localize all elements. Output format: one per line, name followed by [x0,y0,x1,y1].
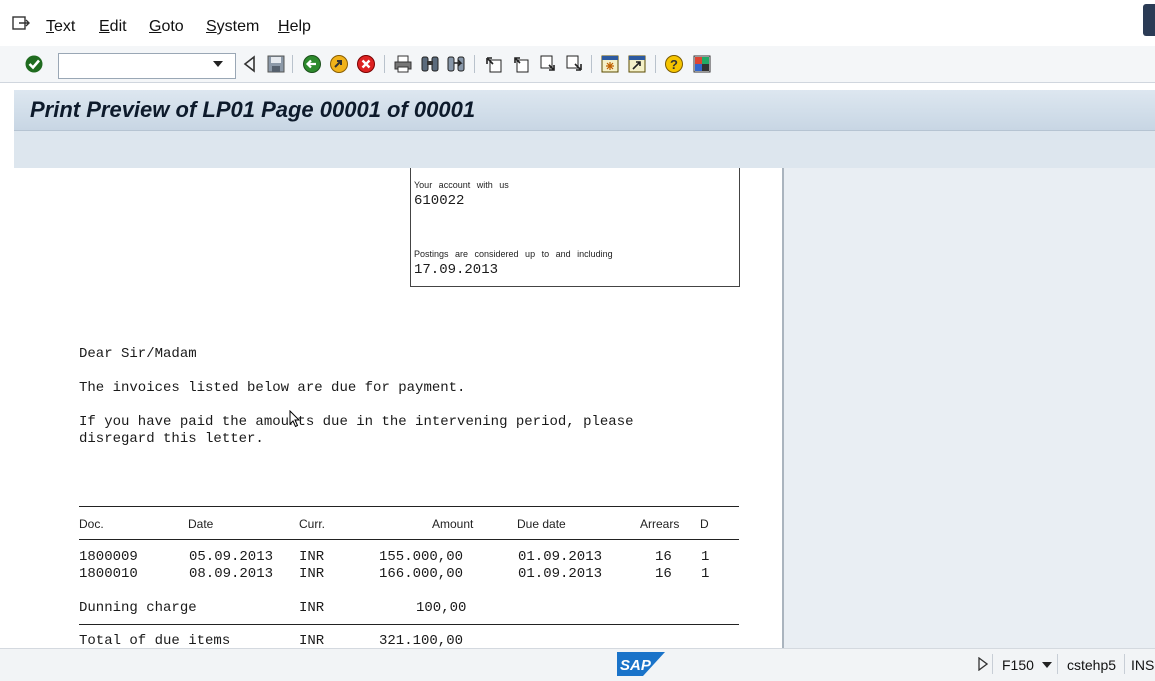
save-icon[interactable] [266,54,286,74]
menu-goto-label: oto [161,18,184,35]
col-header-arrears: Arrears [640,517,680,531]
exit-yellow-icon[interactable] [329,54,349,74]
menu-text-mnemonic: T [46,18,54,35]
table-total-rule [79,624,739,625]
toolbar-separator [655,55,656,73]
preview-side-panel [784,168,1155,648]
next-page-icon[interactable] [538,54,558,74]
col-header-amount: Amount [432,517,474,531]
status-dropdown-icon[interactable] [1042,662,1052,668]
window-control-button[interactable] [1143,4,1155,36]
last-page-icon[interactable] [564,54,584,74]
postings-value: 17.09.2013 [414,262,499,278]
command-history-dropdown-icon[interactable] [213,61,223,67]
mouse-pointer-icon [289,410,301,428]
row1-curr: INR [299,549,325,565]
status-separator [992,654,993,674]
row2-d: 1 [701,566,710,582]
cancel-red-icon[interactable] [356,54,376,74]
letter-line-1: The invoices listed below are due for pa… [79,380,466,396]
row2-doc: 1800010 [79,566,138,582]
total-label: Total of due items [79,633,231,649]
menu-exit-icon[interactable] [12,15,30,31]
command-field[interactable] [58,53,236,79]
col-header-doc: Doc. [79,517,104,531]
back-triangle-icon[interactable] [240,54,260,74]
total-curr: INR [299,633,325,649]
account-value: 610022 [414,193,465,209]
col-header-curr: Curr. [299,517,326,531]
dunning-charge-curr: INR [299,600,325,616]
row2-date: 08.09.2013 [189,566,274,582]
table-header-rule [79,539,739,540]
sap-logo-text: SAP [620,657,652,674]
page-title: Print Preview of LP01 Page 00001 of 0000… [30,97,476,122]
row1-due-date: 01.09.2013 [518,549,603,565]
create-session-icon[interactable] [600,54,620,74]
previous-page-icon[interactable] [511,54,531,74]
menu-help[interactable]: Help [278,18,311,36]
col-header-d: D [700,517,709,531]
row1-arrears: 16 [655,549,672,565]
row2-due-date: 01.09.2013 [518,566,603,582]
svg-text:?: ? [670,57,678,72]
menu-system-mnemonic: S [206,18,217,35]
toolbar-separator [591,55,592,73]
toolbar-separator [474,55,475,73]
print-icon[interactable] [393,54,413,74]
sap-logo-icon: SAP [617,652,665,676]
status-expand-icon[interactable] [978,657,988,671]
letter-line-2a: If you have paid the amounts due in the … [79,414,634,430]
menu-edit-mnemonic: E [99,18,110,35]
row1-amount: 155.000,00 [379,549,464,565]
row2-arrears: 16 [655,566,672,582]
help-icon[interactable]: ? [664,54,684,74]
toolbar-separator [384,55,385,73]
shortcut-icon[interactable] [627,54,647,74]
status-separator [1124,654,1125,674]
menu-help-label: elp [289,18,311,35]
row1-date: 05.09.2013 [189,549,274,565]
row1-d: 1 [701,549,710,565]
find-icon[interactable] [420,54,440,74]
menu-text-label: ext [54,18,76,35]
status-separator [1057,654,1058,674]
menu-edit[interactable]: Edit [99,18,127,36]
menu-edit-label: dit [109,18,127,35]
status-server: cstehp5 [1067,657,1117,673]
toolbar-separator [292,55,293,73]
dunning-charge-amount: 100,00 [416,600,467,616]
back-green-icon[interactable] [302,54,322,74]
menu-system[interactable]: System [206,18,259,36]
dunning-charge-label: Dunning charge [79,600,197,616]
letter-line-2b: disregard this letter. [79,431,264,447]
postings-label: Postings are considered up to and includ… [414,249,613,259]
customize-layout-icon[interactable] [692,54,712,74]
status-transaction[interactable]: F150 [1002,657,1034,673]
account-label: Your account with us [414,180,509,190]
status-insert-mode[interactable]: INS [1131,657,1154,673]
menu-system-label: ystem [216,18,260,35]
enter-checkmark-icon[interactable] [24,54,44,74]
salutation: Dear Sir/Madam [79,346,197,362]
menu-text[interactable]: Text [46,18,75,36]
row2-curr: INR [299,566,325,582]
first-page-icon[interactable] [484,54,504,74]
application-toolbar [14,131,1155,169]
find-next-icon[interactable] [446,54,466,74]
menu-goto[interactable]: Goto [149,18,184,36]
row2-amount: 166.000,00 [379,566,464,582]
total-amount: 321.100,00 [379,633,464,649]
menu-goto-mnemonic: G [149,18,162,35]
menu-help-mnemonic: H [278,18,290,35]
col-header-date: Date [188,517,214,531]
row1-doc: 1800009 [79,549,138,565]
col-header-due-date: Due date [517,517,566,531]
table-top-rule [79,506,739,507]
